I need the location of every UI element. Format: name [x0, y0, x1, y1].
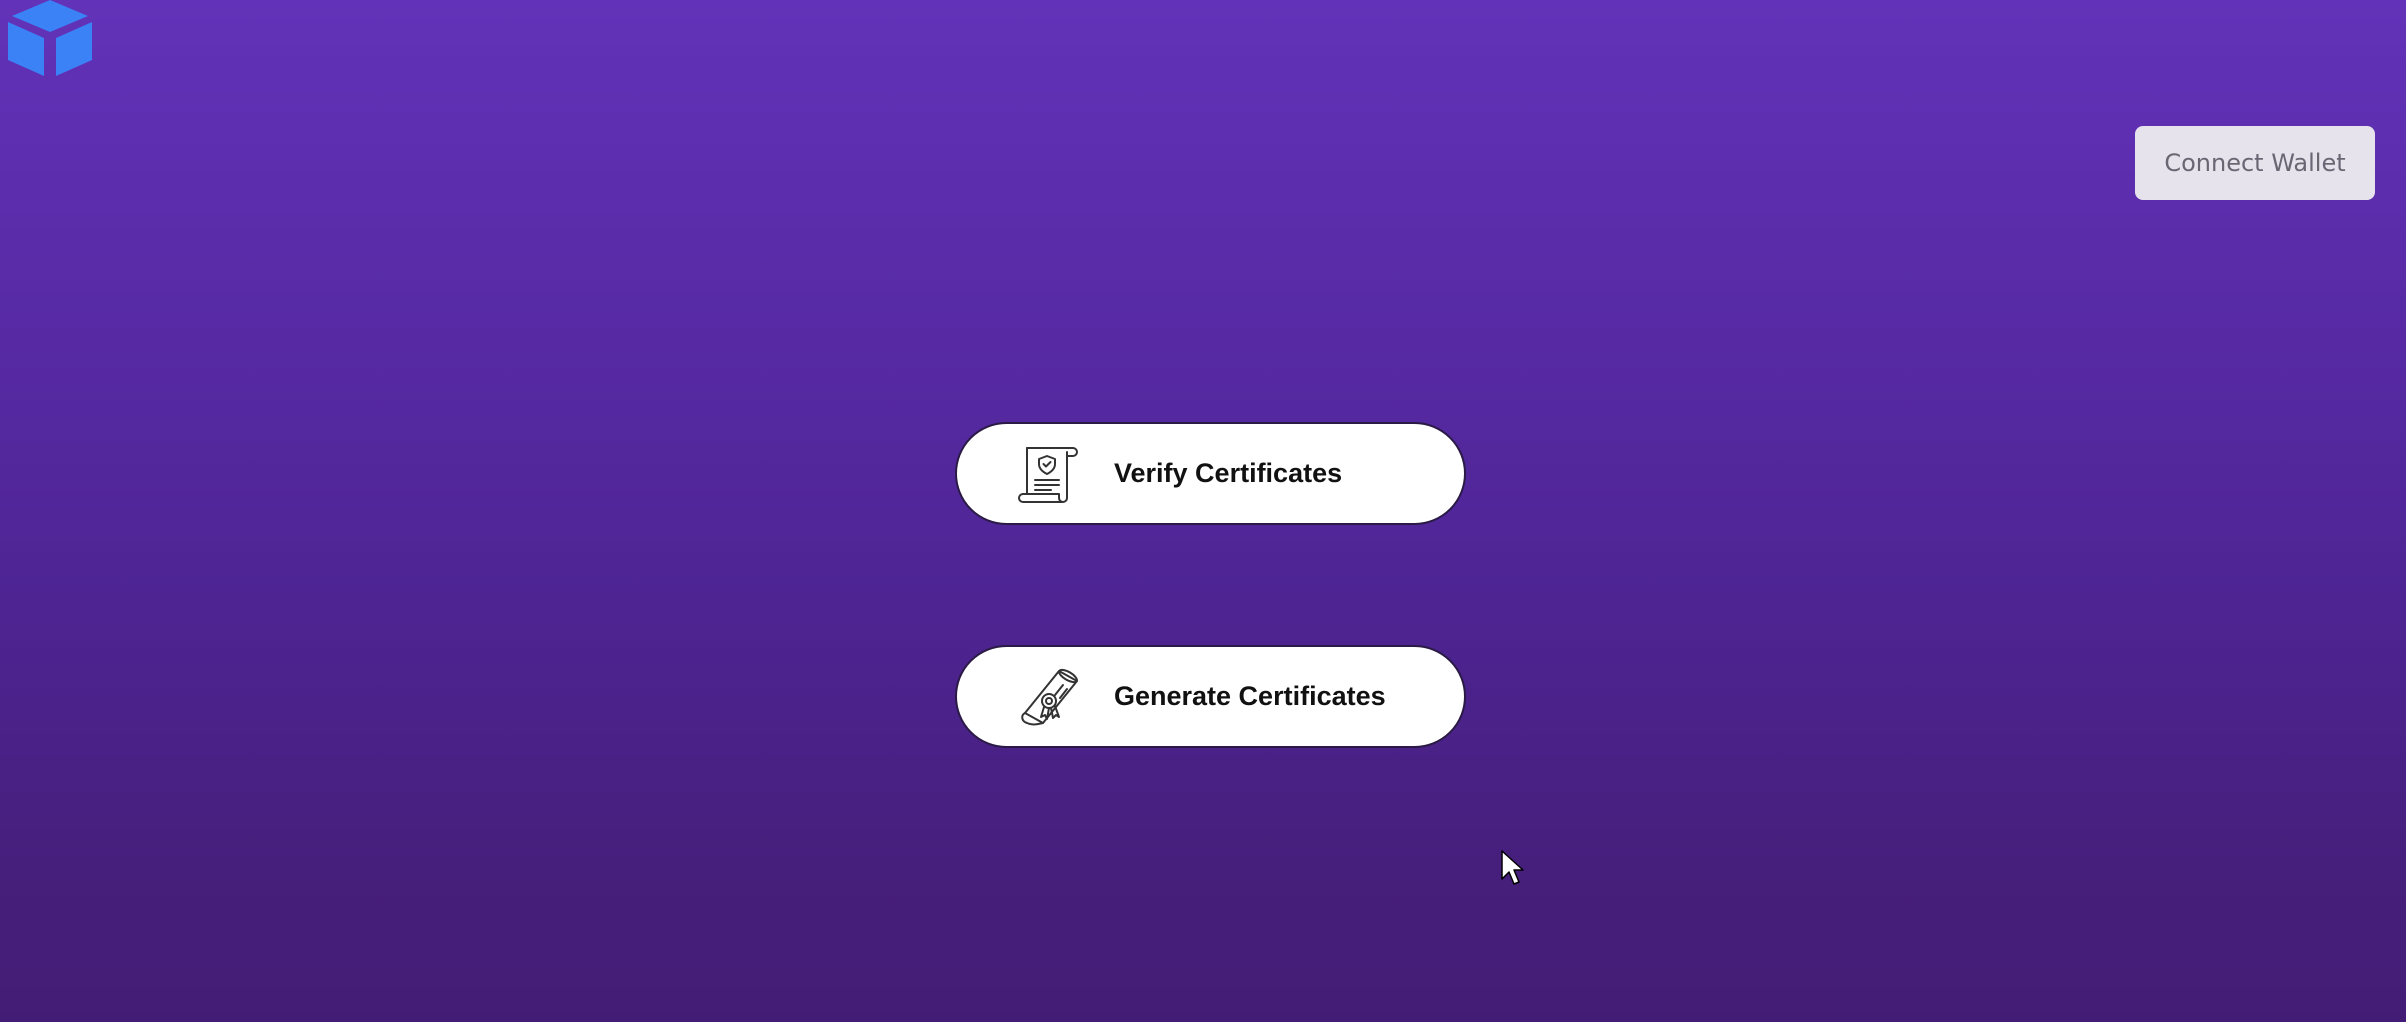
generate-certificates-button[interactable]: Generate Certificates: [955, 645, 1466, 748]
connect-wallet-button[interactable]: Connect Wallet: [2135, 126, 2375, 200]
verify-certificates-label: Verify Certificates: [1114, 458, 1343, 488]
diploma-icon: [1021, 668, 1078, 726]
certificate-scroll-icon: [1018, 447, 1078, 503]
mouse-cursor-icon: [1501, 850, 1524, 885]
verify-certificates-button[interactable]: Verify Certificates: [955, 422, 1466, 525]
cube-logo-icon[interactable]: [0, 0, 100, 84]
generate-certificates-label: Generate Certificates: [1114, 681, 1386, 711]
